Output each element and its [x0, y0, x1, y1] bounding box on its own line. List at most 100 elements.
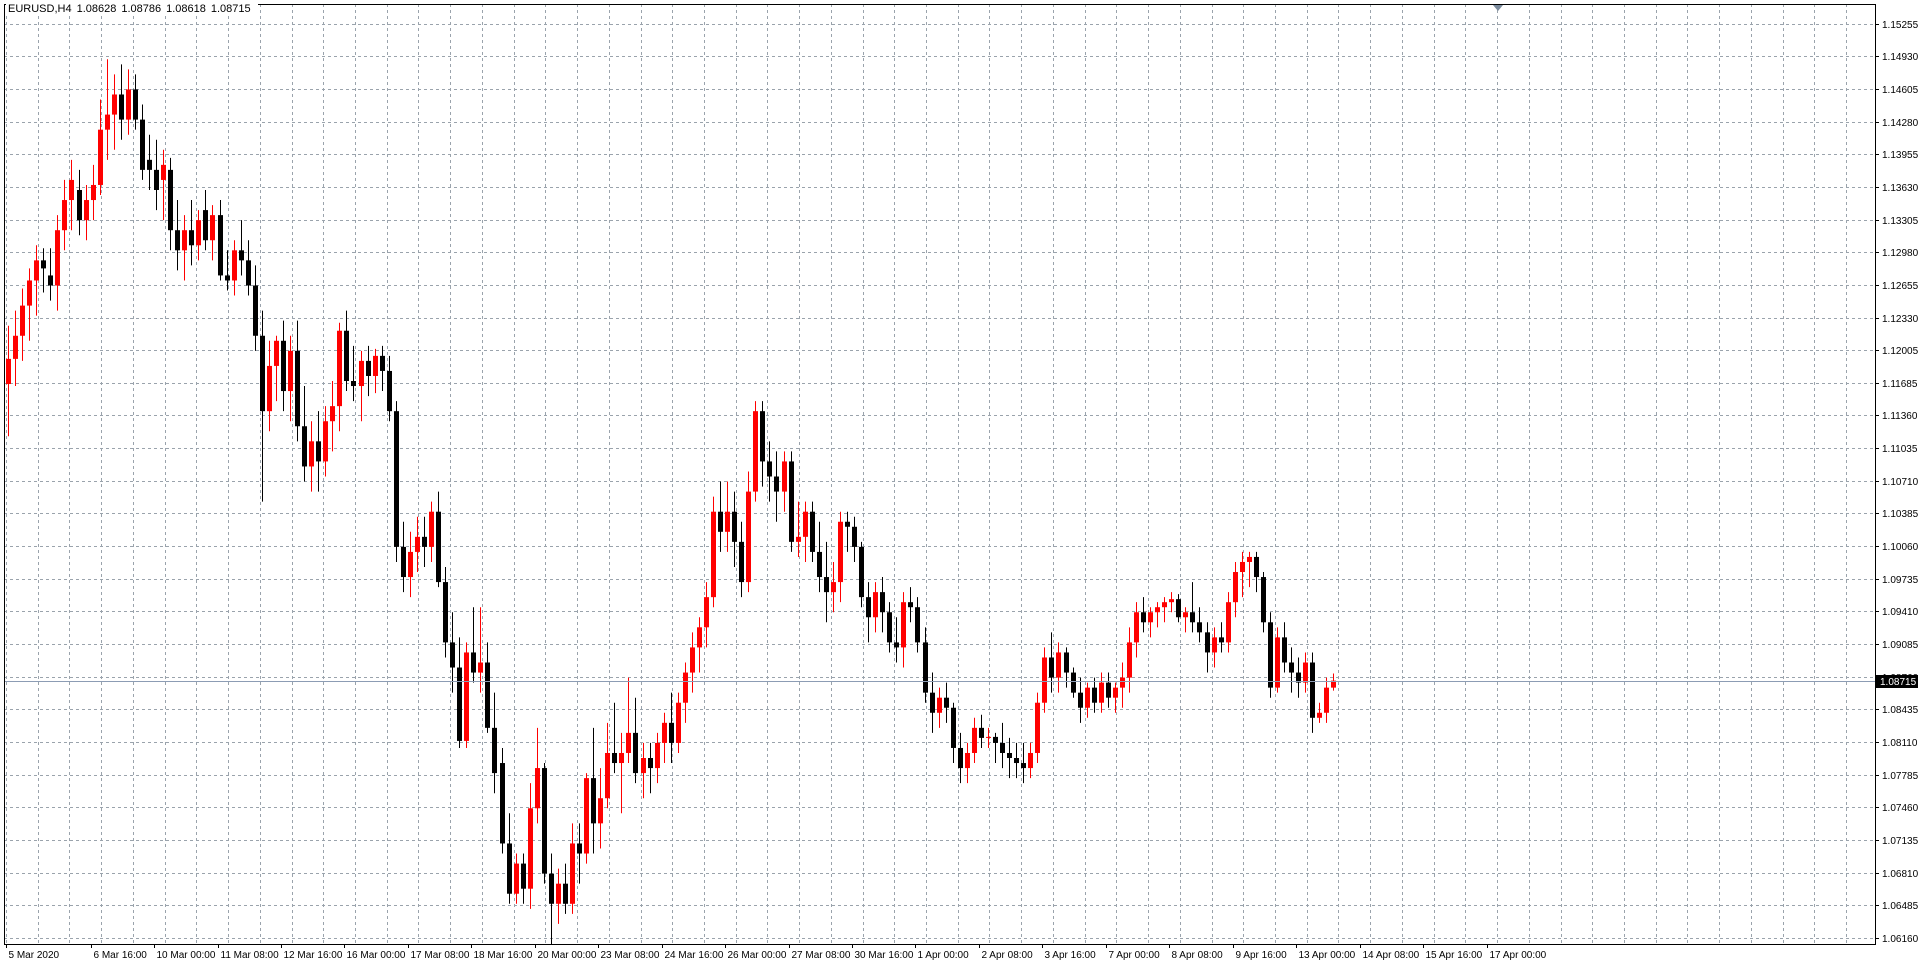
candle-body [796, 536, 801, 542]
candle-body [1324, 687, 1329, 713]
candle-body [507, 843, 512, 894]
candle-body [260, 335, 265, 412]
candle-body [1303, 662, 1308, 683]
candle-body [542, 768, 547, 874]
candle-body [387, 370, 392, 412]
candle-body [972, 727, 977, 753]
time-tick-label: 8 Apr 08:00 [1172, 950, 1224, 961]
candle-body [408, 551, 413, 578]
candle-body [1134, 612, 1139, 643]
candle-body [789, 461, 794, 542]
candle-body [457, 667, 462, 741]
candle-body [422, 536, 427, 547]
candle-body [718, 511, 723, 532]
time-tick-label: 10 Mar 00:00 [157, 950, 216, 961]
candle-body [344, 330, 349, 382]
candle-body [98, 129, 103, 185]
candle-body [478, 662, 483, 673]
candle-body [337, 330, 342, 407]
candle-body [1240, 561, 1245, 573]
time-tick-label: 6 Mar 16:00 [94, 950, 148, 961]
time-tick-label: 7 Apr 00:00 [1109, 950, 1161, 961]
candle-body [485, 662, 490, 728]
time-tick-label: 17 Apr 00:00 [1490, 950, 1547, 961]
candle-body [1071, 672, 1076, 693]
candle-body [605, 752, 610, 799]
candle-body [288, 350, 293, 392]
candle-body [225, 275, 230, 281]
candle-body [1317, 712, 1322, 718]
candle-body [1056, 652, 1061, 678]
candle-body [1120, 677, 1125, 688]
time-axis[interactable]: 5 Mar 2020 6 Mar 16:00 10 Mar 00:00 11 Mar … [6, 944, 1547, 961]
candle-body [330, 406, 335, 422]
price-tick-label: 1.13955 [1882, 150, 1919, 161]
current-price-tag: 1.08715 [1876, 675, 1918, 688]
price-tick-label: 1.11685 [1882, 379, 1918, 390]
candle-body [838, 521, 843, 583]
candle-body [612, 752, 617, 764]
ohlc-open: 1.08628 [76, 3, 117, 15]
candle-body [443, 582, 448, 643]
candle-body [1254, 556, 1259, 578]
candlestick-chart-svg[interactable]: 1.15255 1.14930 1.14605 1.14280 1.13955 1.136… [0, 0, 1920, 968]
price-chart[interactable]: 1.15255 1.14930 1.14605 1.14280 1.13955 1.136… [0, 0, 1920, 968]
candle-body [619, 752, 624, 764]
candle-body [697, 627, 702, 648]
candle-body [704, 597, 709, 628]
candle-body [41, 260, 46, 269]
time-tick-label: 5 Mar 2020 [9, 950, 60, 961]
candle-body [1014, 758, 1019, 764]
time-tick-label: 14 Apr 08:00 [1363, 950, 1420, 961]
candle-body [1261, 577, 1266, 623]
candle-body [1064, 652, 1069, 673]
candle-body [239, 250, 244, 261]
symbol-header: EURUSD,H4 1.08628 1.08786 1.08618 1.08715 [6, 3, 258, 15]
candle-body [1141, 612, 1146, 623]
candle-body [732, 511, 737, 542]
candle-body [683, 672, 688, 703]
candle-body [1275, 637, 1280, 688]
price-tick-label: 1.07785 [1882, 771, 1919, 782]
candle-body [48, 275, 53, 286]
candle-body [810, 511, 815, 552]
price-axis[interactable]: 1.15255 1.14930 1.14605 1.14280 1.13955 1.136… [1875, 20, 1919, 945]
candle-body [359, 360, 364, 387]
price-tick-label: 1.06160 [1882, 934, 1919, 945]
candle-body [676, 702, 681, 743]
candle-body [105, 114, 110, 130]
candle-body [1176, 599, 1181, 618]
candle-body [944, 697, 949, 708]
ohlc-high: 1.08786 [121, 3, 162, 15]
ohlc-low: 1.08618 [166, 3, 206, 15]
candle-body [55, 230, 60, 286]
candle-body [274, 340, 279, 366]
candle-body [669, 722, 674, 743]
candle-body [91, 184, 96, 201]
candle-body [168, 169, 173, 231]
time-tick-label: 13 Apr 00:00 [1299, 950, 1356, 961]
candle-body [1099, 682, 1104, 703]
candle-body [1183, 612, 1188, 618]
candle-body [126, 89, 131, 120]
time-tick-label: 17 Mar 08:00 [411, 950, 470, 961]
candle-body [140, 119, 145, 170]
price-tick-label: 1.15255 [1882, 20, 1919, 31]
candle-body [923, 642, 928, 693]
candle-body [767, 461, 772, 477]
price-tick-label: 1.09410 [1882, 607, 1919, 618]
price-tick-label: 1.12330 [1882, 314, 1919, 325]
current-price-label: 1.08715 [1880, 677, 1917, 688]
candle-body [253, 285, 258, 336]
candle-body [6, 358, 11, 385]
candle-body [1212, 637, 1217, 653]
candle-body [373, 355, 378, 376]
candle-body [908, 602, 913, 608]
candle-body [979, 727, 984, 738]
candle-body [492, 727, 497, 774]
time-tick-label: 1 Apr 00:00 [918, 950, 970, 961]
plot-area[interactable] [4, 4, 1875, 944]
time-tick-label: 15 Apr 16:00 [1426, 950, 1483, 961]
candle-body [824, 577, 829, 593]
candle-body [1127, 642, 1132, 678]
